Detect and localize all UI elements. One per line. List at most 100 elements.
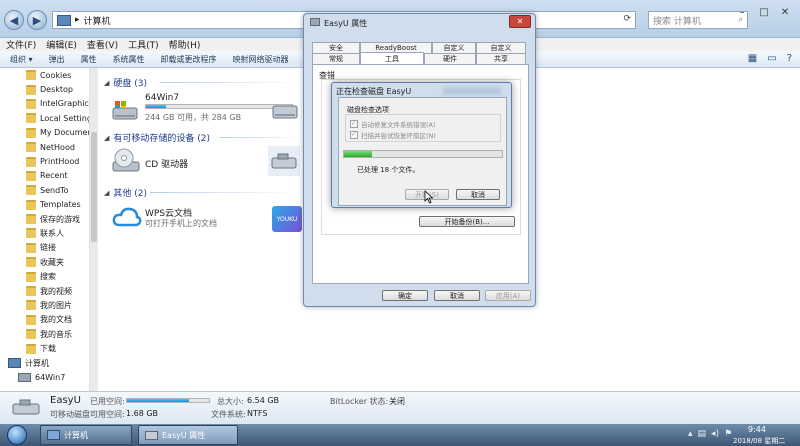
system-properties-button[interactable]: 系统属性	[113, 54, 145, 65]
sidebar-item[interactable]: My Document	[0, 126, 89, 140]
bitlocker-value: 关闭	[389, 397, 405, 406]
sidebar-item[interactable]: NetHood	[0, 140, 89, 154]
tab-custom[interactable]: 自定义	[432, 42, 476, 53]
maximize-button[interactable]: □	[754, 4, 774, 20]
computer-icon	[8, 358, 21, 368]
sidebar-item[interactable]: 我的文档	[0, 313, 89, 327]
menu-tools[interactable]: 工具(T)	[128, 38, 159, 51]
close-button[interactable]: ✕	[775, 4, 795, 20]
sidebar-item[interactable]: 链接	[0, 241, 89, 255]
tab-sharing[interactable]: 共享	[476, 53, 526, 64]
group-label: 有可移动存储的设备 (2)	[113, 134, 211, 144]
sidebar-item[interactable]: 我的视频	[0, 284, 89, 298]
menu-help[interactable]: 帮助(H)	[169, 38, 201, 51]
folder-icon	[26, 343, 36, 354]
sidebar-item[interactable]: SendTo	[0, 183, 89, 197]
organize-button[interactable]: 组织 ▾	[10, 54, 33, 65]
drive-tile-cd[interactable]: CD 驱动器	[112, 146, 232, 176]
ok-button[interactable]: 确定	[382, 290, 428, 301]
group-other[interactable]: ◢ 其他 (2)	[104, 186, 147, 200]
tab-tools[interactable]: 工具	[360, 52, 424, 64]
apply-button[interactable]: 应用(A)	[485, 290, 531, 301]
sidebar-item-label: Local Settings	[40, 113, 89, 123]
volume-icon[interactable]: ◂)	[711, 429, 719, 439]
taskbar-item-computer[interactable]: 计算机	[40, 425, 132, 445]
back-button[interactable]: ◀	[4, 10, 24, 30]
start-backup-button[interactable]: 开始备份(B)...	[419, 216, 515, 227]
menu-edit[interactable]: 编辑(E)	[46, 38, 77, 51]
checkbox-checked-icon: ✓	[350, 120, 358, 128]
help-icon[interactable]: ?	[787, 53, 792, 64]
auto-fix-option[interactable]: ✓ 自动修复文件系统错误(A)	[350, 119, 436, 129]
check-options-group: ✓ 自动修复文件系统错误(A) ✓ 扫描并尝试恢复坏扇区(N)	[345, 114, 501, 142]
address-text: 计算机	[83, 16, 111, 27]
sidebar-item-label: 保存的游戏	[40, 214, 80, 224]
tray-expand-icon[interactable]: ▴	[688, 429, 693, 439]
sidebar-item-label: 我的图片	[40, 300, 72, 310]
tab-customize[interactable]: 自定义	[476, 42, 526, 53]
sidebar-item-label: 我的文档	[40, 315, 72, 325]
sidebar-item[interactable]: 收藏夹	[0, 255, 89, 269]
navigation-scrollbar-thumb[interactable]	[91, 132, 97, 242]
folder-icon	[26, 70, 36, 81]
sidebar-item-label: 收藏夹	[40, 257, 64, 267]
sidebar-item-computer[interactable]: 计算机	[0, 356, 89, 370]
taskbar-item-properties[interactable]: EasyU 属性	[138, 425, 238, 445]
sidebar-item[interactable]: 我的音乐	[0, 327, 89, 341]
cd-drive-label: CD 驱动器	[145, 160, 189, 170]
folder-icon	[26, 185, 36, 196]
youku-icon[interactable]: YOUKU	[272, 206, 302, 232]
clock-time[interactable]: 9:44	[748, 425, 766, 434]
sidebar-item[interactable]: 下载	[0, 341, 89, 355]
folder-icon	[26, 242, 36, 253]
map-network-drive-button[interactable]: 映射网络驱动器	[233, 54, 289, 65]
start-button[interactable]	[2, 424, 32, 446]
cancel-button[interactable]: 取消	[434, 290, 480, 301]
sidebar-item[interactable]: 联系人	[0, 226, 89, 240]
uninstall-program-button[interactable]: 卸载或更改程序	[161, 54, 217, 65]
group-divider	[220, 137, 302, 138]
total-size-value: 6.54 GB	[247, 396, 280, 405]
total-size-label: 总大小:	[217, 397, 244, 406]
cancel-check-button[interactable]: 取消	[456, 189, 500, 200]
properties-button[interactable]: 属性	[81, 54, 97, 65]
forward-button[interactable]: ▶	[27, 10, 47, 30]
drive-icon	[310, 18, 320, 26]
group-hard-disks[interactable]: ◢ 硬盘 (3)	[104, 76, 147, 90]
sidebar-item[interactable]: 保存的游戏	[0, 212, 89, 226]
group-removable[interactable]: ◢ 有可移动存储的设备 (2)	[104, 131, 211, 145]
tab-hardware[interactable]: 硬件	[424, 53, 476, 64]
folder-icon	[26, 199, 36, 210]
properties-close-button[interactable]: ✕	[509, 15, 531, 28]
wps-cloud-item[interactable]: WPS云文档 可打开手机上的文档	[112, 204, 242, 234]
refresh-icon[interactable]: ⟳	[623, 14, 631, 24]
sidebar-item[interactable]: 我的图片	[0, 298, 89, 312]
sidebar-item-64win7[interactable]: 64Win7	[0, 370, 89, 384]
tab-security[interactable]: 安全	[312, 42, 360, 53]
eject-button[interactable]: 弹出	[49, 54, 65, 65]
folder-icon	[26, 113, 36, 124]
network-icon[interactable]: ▤	[698, 429, 707, 439]
minimize-button[interactable]: –	[732, 4, 752, 20]
file-system-value: NTFS	[247, 409, 268, 418]
properties-title: EasyU 属性	[324, 19, 368, 28]
sidebar-item[interactable]: PrintHood	[0, 154, 89, 168]
clock-date[interactable]: 2018/08 星期二	[733, 436, 785, 446]
preview-pane-icon[interactable]: ▭	[767, 53, 776, 64]
menu-file[interactable]: 文件(F)	[6, 38, 36, 51]
sidebar-item[interactable]: Recent	[0, 169, 89, 183]
drive-icon	[18, 372, 31, 382]
sidebar-item[interactable]: Desktop	[0, 82, 89, 96]
sidebar-item[interactable]: Cookies	[0, 68, 89, 82]
flag-icon[interactable]: ⚑	[724, 429, 732, 439]
sidebar-item[interactable]: 搜索	[0, 269, 89, 283]
view-options-icon[interactable]: ▦	[748, 53, 757, 64]
collapse-icon: ◢	[104, 188, 110, 197]
tab-general[interactable]: 常规	[312, 53, 360, 64]
sidebar-item[interactable]: Local Settings	[0, 111, 89, 125]
menu-view[interactable]: 查看(V)	[87, 38, 118, 51]
sidebar-item[interactable]: Templates	[0, 198, 89, 212]
sidebar-item[interactable]: IntelGraphicsP	[0, 97, 89, 111]
drive-info: 244 GB 可用，共 284 GB	[145, 113, 242, 122]
scan-recover-option[interactable]: ✓ 扫描并尝试恢复坏扇区(N)	[350, 130, 436, 140]
